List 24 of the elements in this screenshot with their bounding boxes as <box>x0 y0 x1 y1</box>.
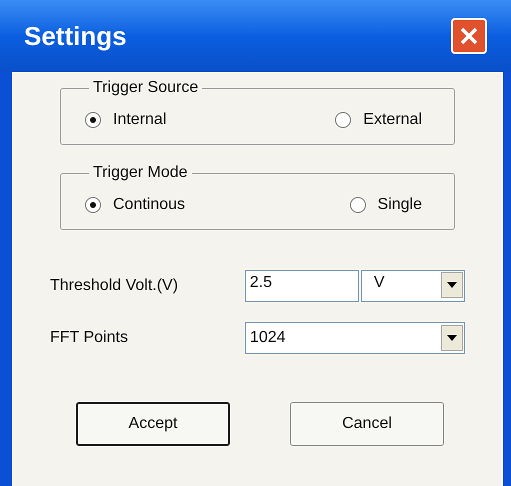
radio-option[interactable]: Continous <box>85 193 186 217</box>
radio-button[interactable] <box>85 112 101 128</box>
group-title: Trigger Source <box>92 78 200 98</box>
fft-dropdown[interactable]: 1024 <box>244 322 465 354</box>
radio-button[interactable] <box>335 112 352 128</box>
dialog-button[interactable]: Accept <box>76 402 230 446</box>
close-icon <box>460 27 478 45</box>
unit-dropdown[interactable]: V <box>360 270 465 302</box>
dropdown-button[interactable] <box>441 325 463 351</box>
radio-button[interactable] <box>85 197 101 213</box>
radio-option[interactable]: Single <box>350 193 422 217</box>
caret-icon <box>447 335 457 341</box>
dialog-button[interactable]: Cancel <box>290 402 444 446</box>
radio-option[interactable]: Internal <box>85 108 166 132</box>
window-title: Settings <box>24 20 127 52</box>
group-title: Trigger Mode <box>92 163 189 183</box>
radio-option[interactable]: External <box>335 108 422 132</box>
dropdown-button[interactable] <box>441 272 463 298</box>
caret-icon <box>447 282 457 288</box>
close-button[interactable] <box>451 18 487 54</box>
radio-button[interactable] <box>350 197 366 213</box>
threshold-field[interactable]: 2.5 <box>244 270 359 302</box>
fft-label: FFT Points <box>50 328 129 348</box>
threshold-label: Threshold Volt.(V) <box>50 276 180 296</box>
